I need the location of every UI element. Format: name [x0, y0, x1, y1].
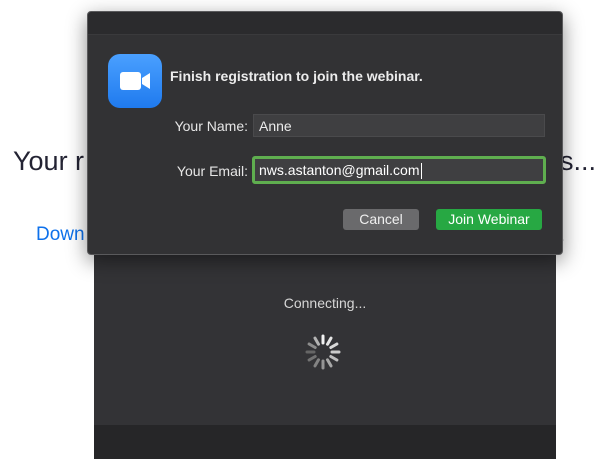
- text-caret: [420, 163, 422, 180]
- dialog-title: Finish registration to join the webinar.: [170, 68, 423, 84]
- name-label: Your Name:: [174, 118, 248, 134]
- dialog-titlebar: [88, 12, 562, 35]
- email-label: Your Email:: [176, 163, 248, 179]
- page-heading: Your r: [13, 146, 85, 176]
- loading-spinner-icon: [305, 334, 341, 370]
- join-webinar-button[interactable]: Join Webinar: [436, 209, 542, 230]
- name-field[interactable]: Anne: [253, 114, 545, 137]
- page-heading-tail: s...: [560, 146, 597, 176]
- video-camera-icon: [120, 72, 150, 90]
- zoom-app-icon: [108, 54, 162, 108]
- connecting-window: Connecting...: [94, 230, 556, 459]
- email-field[interactable]: nws.astanton@gmail.com: [252, 156, 546, 184]
- email-value: nws.astanton@gmail.com: [259, 162, 420, 178]
- window-bottom-bar: [94, 425, 556, 459]
- registration-dialog: Finish registration to join the webinar.…: [87, 11, 563, 255]
- download-link[interactable]: Down: [36, 224, 85, 246]
- cancel-button[interactable]: Cancel: [343, 209, 419, 230]
- connecting-status: Connecting...: [283, 295, 367, 311]
